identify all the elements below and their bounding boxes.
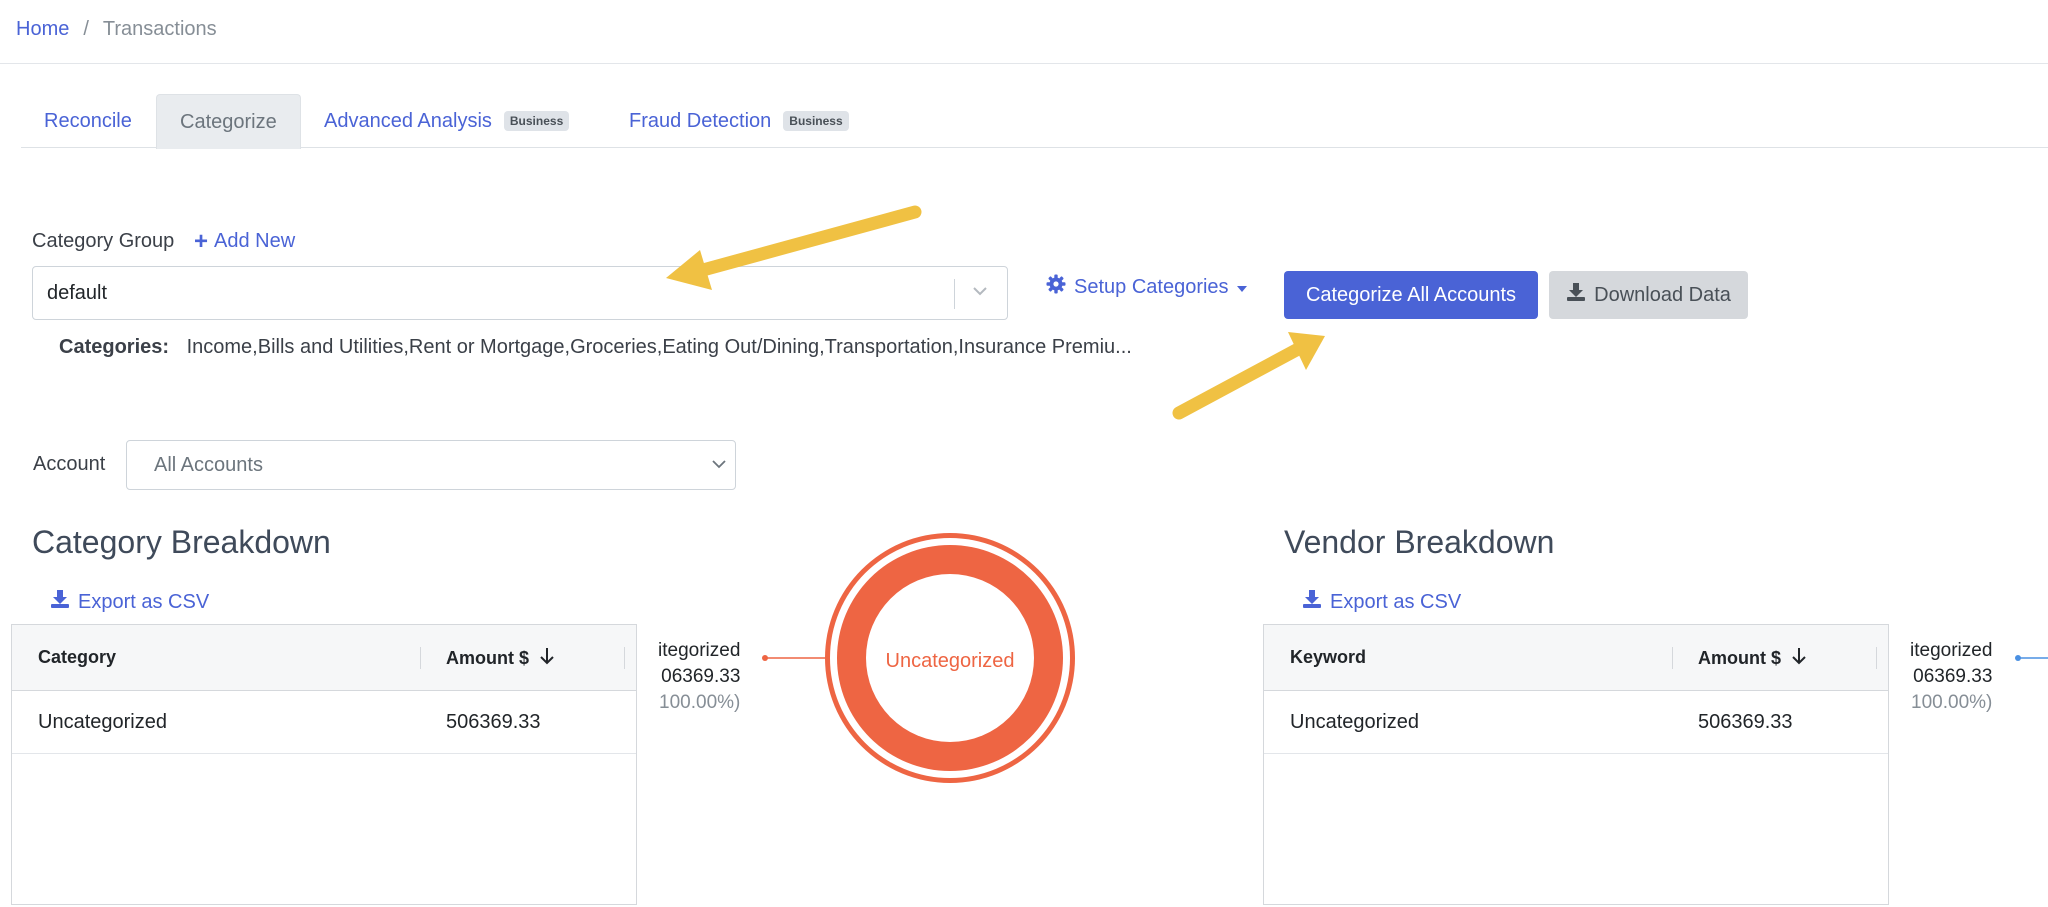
pie-label-connector [2015,655,2048,661]
column-separator [1876,647,1877,669]
pie-label-percent: 100.00%) [1911,692,1993,713]
column-header-amount[interactable]: Amount $ [446,647,555,670]
pie-label-value: 06369.33 [661,666,741,687]
annotation-arrow-right [1172,332,1325,420]
column-header-category[interactable]: Category [38,647,116,668]
column-header-label: Keyword [1290,647,1367,667]
pie-slice-label: itegorized 06369.33 100.00%) [1910,638,1992,716]
column-separator [420,647,421,669]
vendor-export-csv-button[interactable]: Export as CSV [1302,589,1461,615]
pie-label-name: itegorized [658,640,741,661]
pie-label-value: 06369.33 [1913,666,1993,687]
vendor-table: Keyword Amount $ Uncategorized 506369.33 [1263,624,1889,905]
pie-label-percent: 100.00%) [659,692,741,713]
pie-slice-label: itegorized 06369.33 100.00%) [658,638,740,716]
column-separator [1672,647,1673,669]
donut-center-label: Uncategorized [885,650,1015,672]
pie-label-name: itegorized [1910,640,1993,661]
column-header-label: Category [38,647,117,667]
sort-down-arrow-icon [1791,647,1807,670]
pie-label-connector [762,655,828,661]
account-value: All Accounts [154,454,263,476]
column-header-amount[interactable]: Amount $ [1698,647,1807,670]
table-row[interactable]: Uncategorized 506369.33 [12,691,636,754]
category-export-csv-button[interactable]: Export as CSV [50,589,209,615]
export-label: Export as CSV [1330,590,1462,613]
column-header-label: Amount $ [1698,648,1781,668]
download-icon [50,589,70,615]
sort-down-arrow-icon [539,647,555,670]
download-icon [1302,589,1322,615]
export-label: Export as CSV [78,590,210,613]
table-row[interactable]: Uncategorized 506369.33 [1264,691,1888,754]
category-breakdown-title: Category Breakdown [32,524,331,560]
table-header: Category Amount $ [12,625,636,691]
amount-cell: 506369.33 [446,711,541,733]
account-label: Account [33,453,106,475]
column-separator [624,647,625,669]
chevron-down-icon [709,454,729,479]
annotation-arrow-left [666,205,922,290]
category-table: Category Amount $ Uncategorized 506369.3… [11,624,637,905]
column-header-keyword[interactable]: Keyword [1290,647,1366,668]
column-header-label: Amount $ [446,648,529,668]
category-cell: Uncategorized [38,711,167,733]
account-select[interactable]: All Accounts [126,440,736,490]
table-header: Keyword Amount $ [1264,625,1888,691]
vendor-breakdown-title: Vendor Breakdown [1284,524,1555,560]
amount-cell: 506369.33 [1698,711,1793,733]
keyword-cell: Uncategorized [1290,711,1419,733]
